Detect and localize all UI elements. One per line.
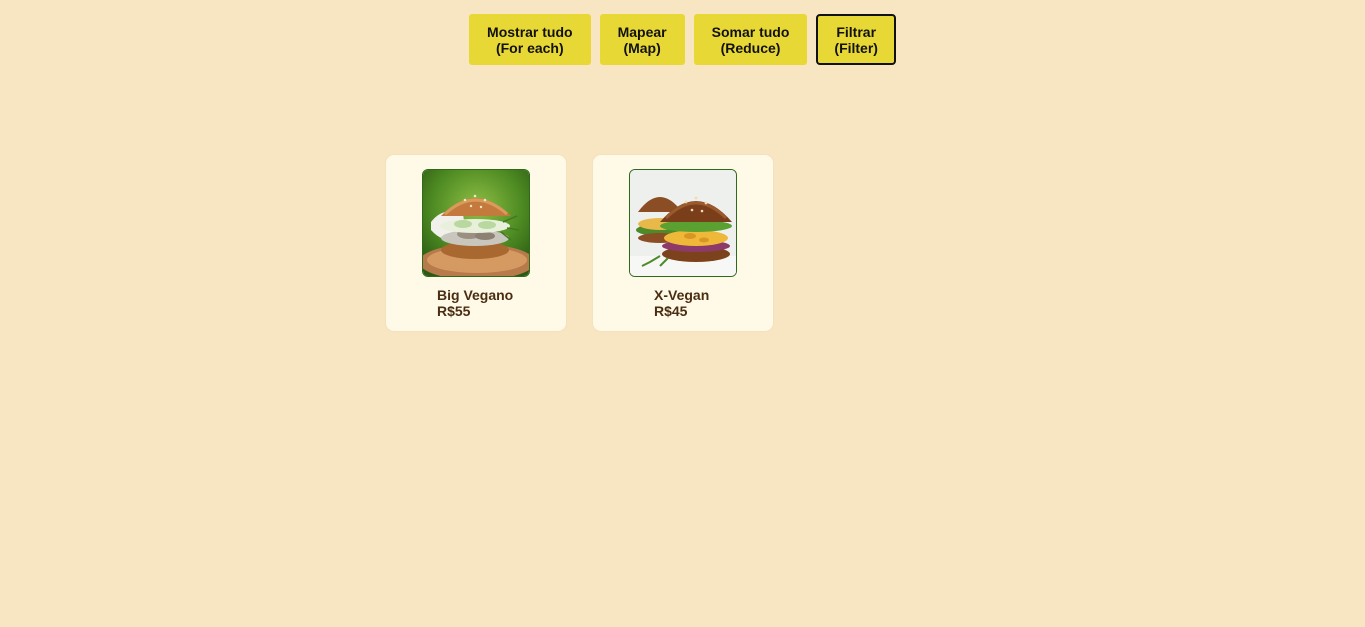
filter-button-sublabel: (Filter) xyxy=(834,39,878,56)
map-button-label: Mapear xyxy=(617,23,667,40)
product-price: R$55 xyxy=(437,303,471,319)
double-burger-image-svg xyxy=(630,170,736,276)
show-all-button-label: Mostrar tudo xyxy=(487,23,573,40)
product-card-x-vegan: X-Vegan R$45 xyxy=(593,155,773,331)
burger-mushroom-image xyxy=(422,169,530,277)
product-name: X-Vegan xyxy=(654,287,710,303)
product-info: X-Vegan R$45 xyxy=(654,287,709,319)
show-all-button[interactable]: Mostrar tudo (For each) xyxy=(469,14,591,65)
product-price: R$45 xyxy=(654,303,688,319)
map-button[interactable]: Mapear (Map) xyxy=(599,14,685,65)
product-name: Big Vegano xyxy=(437,287,514,303)
show-all-button-sublabel: (For each) xyxy=(495,39,564,56)
sum-all-button-sublabel: (Reduce) xyxy=(720,39,781,56)
product-info: Big Vegano R$55 xyxy=(437,287,513,319)
double-burger-image xyxy=(629,169,737,277)
burger-mushroom-image-svg xyxy=(423,170,529,276)
toolbar: Mostrar tudo (For each) Mapear (Map) Som… xyxy=(0,14,1365,65)
filter-button[interactable]: Filtrar (Filter) xyxy=(816,14,896,65)
map-button-sublabel: (Map) xyxy=(623,39,661,56)
sum-all-button-label: Somar tudo xyxy=(711,23,790,40)
sum-all-button[interactable]: Somar tudo (Reduce) xyxy=(693,14,808,65)
filter-button-label: Filtrar xyxy=(836,23,877,40)
product-card-big-vegano: Big Vegano R$55 xyxy=(386,155,566,331)
